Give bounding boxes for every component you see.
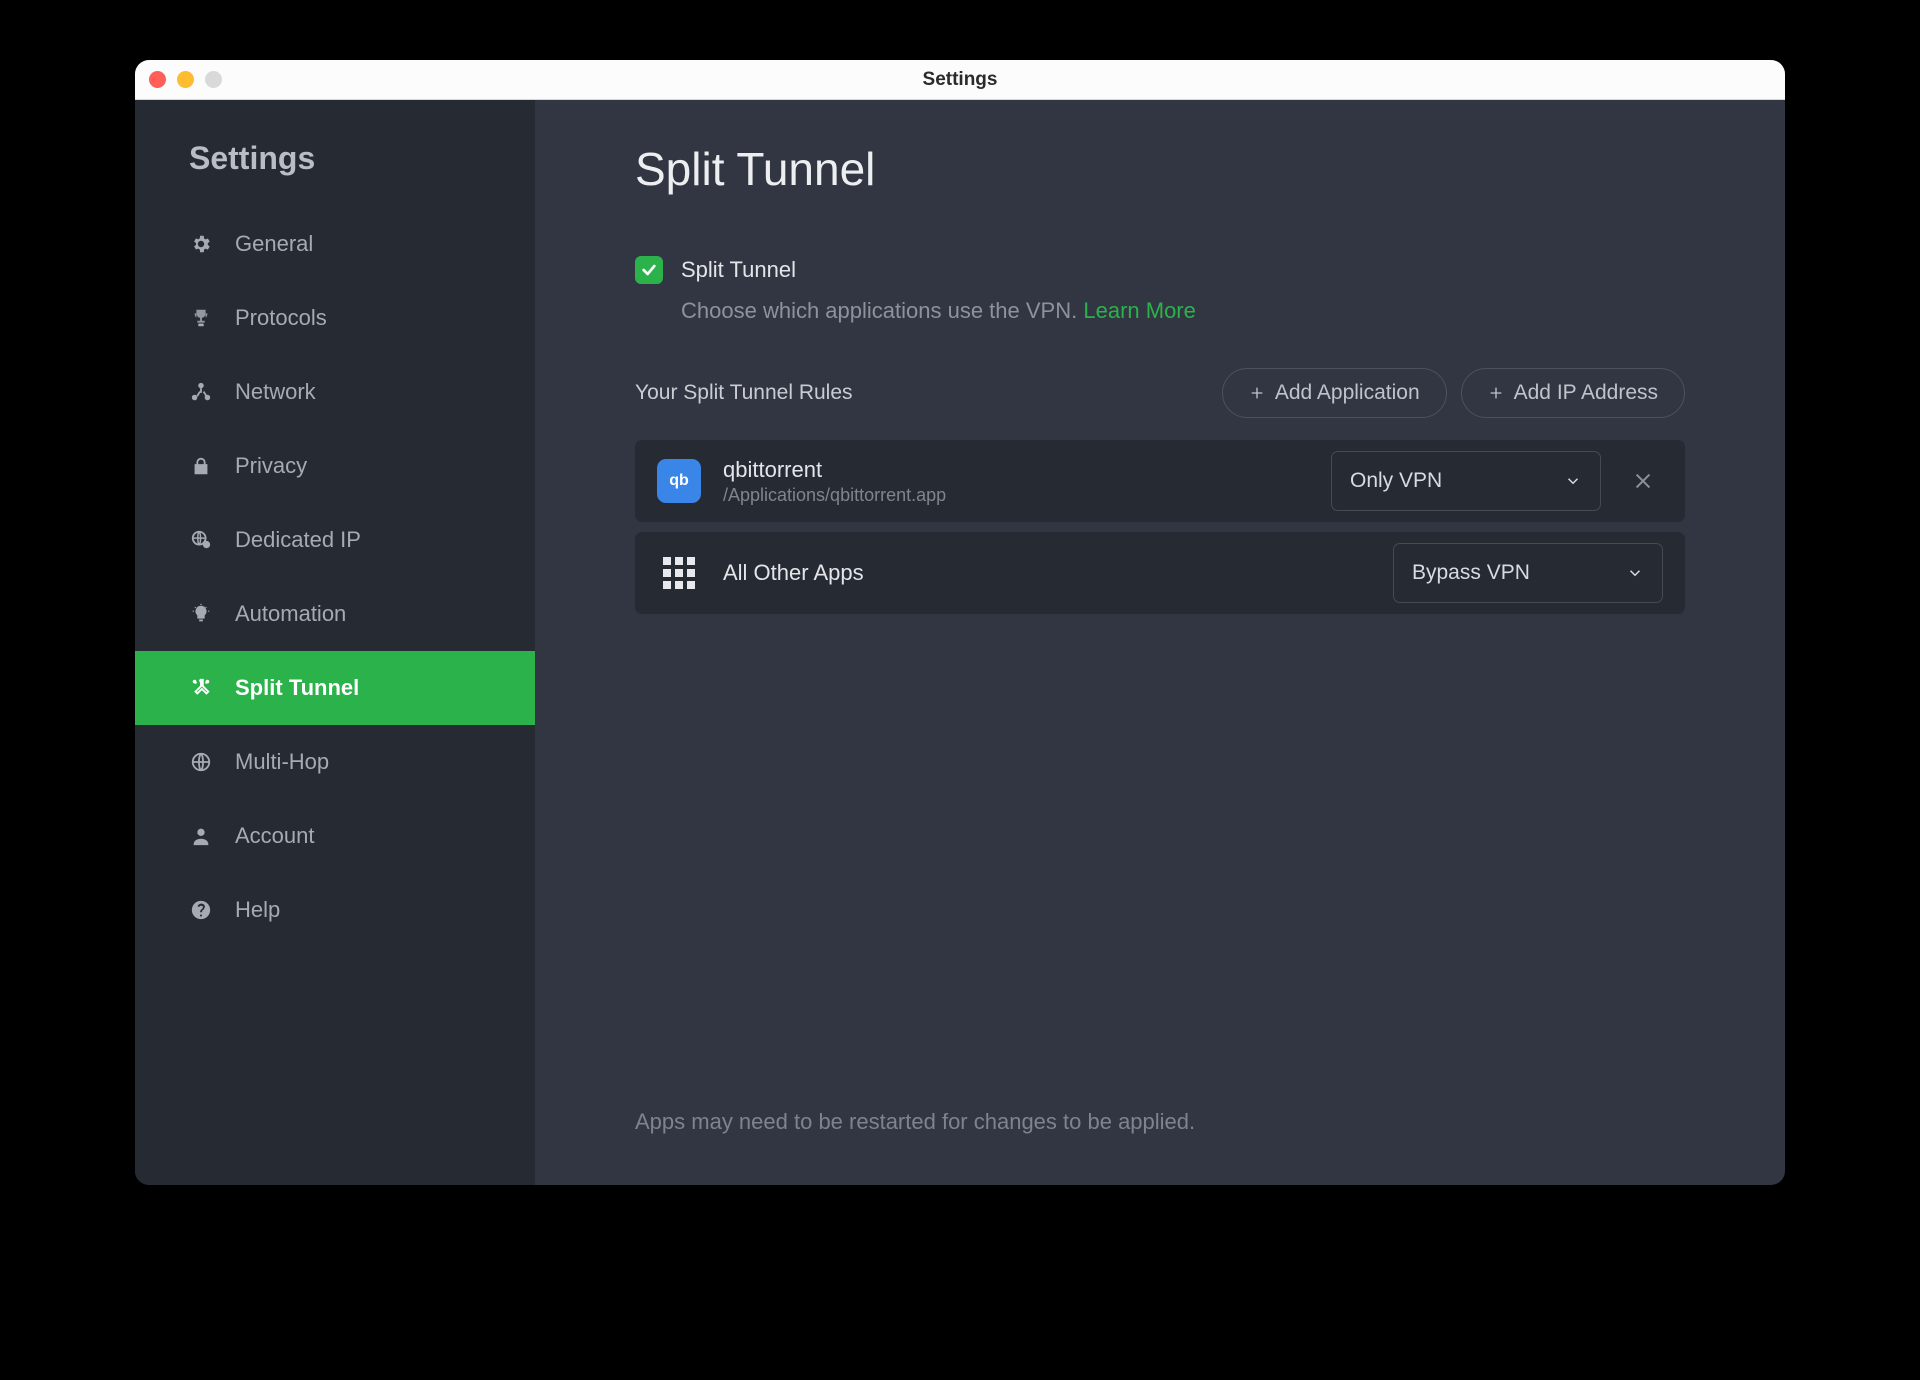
plus-icon — [1249, 385, 1265, 401]
sidebar-item-label: Network — [235, 379, 316, 405]
sidebar-item-label: Dedicated IP — [235, 527, 361, 553]
sidebar-item-split-tunnel[interactable]: Split Tunnel — [135, 651, 535, 725]
close-window-button[interactable] — [149, 71, 166, 88]
content-area: Settings General Protocols Network — [135, 100, 1785, 1185]
main-panel: Split Tunnel Split Tunnel Choose which a… — [535, 100, 1785, 1185]
app-name: All Other Apps — [723, 560, 1371, 586]
button-label: Add Application — [1275, 381, 1420, 405]
fullscreen-window-button[interactable] — [205, 71, 222, 88]
sidebar-item-label: Help — [235, 897, 280, 923]
help-icon — [189, 898, 213, 922]
lightbulb-icon — [189, 602, 213, 626]
protocols-icon — [189, 306, 213, 330]
sidebar-item-label: Privacy — [235, 453, 307, 479]
description-text: Choose which applications use the VPN. — [681, 298, 1077, 323]
user-icon — [189, 824, 213, 848]
sidebar-title: Settings — [135, 140, 535, 207]
settings-window: Settings Settings General Protocols — [135, 60, 1785, 1185]
add-ip-address-button[interactable]: Add IP Address — [1461, 368, 1685, 418]
apps-grid-icon — [657, 551, 701, 595]
rule-row-all-other-apps: All Other Apps Bypass VPN — [635, 532, 1685, 614]
sidebar-item-label: Automation — [235, 601, 346, 627]
split-tunnel-toggle-label: Split Tunnel — [681, 257, 796, 283]
app-name: qbittorrent — [723, 457, 1309, 483]
rule-mode-select[interactable]: Only VPN — [1331, 451, 1601, 511]
qbittorrent-icon: qb — [657, 459, 701, 503]
header-buttons: Add Application Add IP Address — [1222, 368, 1685, 418]
sidebar-item-label: Multi-Hop — [235, 749, 329, 775]
minimize-window-button[interactable] — [177, 71, 194, 88]
sidebar-item-label: Account — [235, 823, 315, 849]
app-info: qbittorrent /Applications/qbittorrent.ap… — [723, 457, 1309, 506]
sidebar-item-label: Protocols — [235, 305, 327, 331]
split-tunnel-checkbox[interactable] — [635, 256, 663, 284]
rule-mode-select[interactable]: Bypass VPN — [1393, 543, 1663, 603]
globe-icon — [189, 750, 213, 774]
button-label: Add IP Address — [1514, 381, 1658, 405]
rules-header: Your Split Tunnel Rules Add Application … — [635, 368, 1685, 418]
close-icon — [1632, 470, 1654, 492]
add-application-button[interactable]: Add Application — [1222, 368, 1447, 418]
titlebar: Settings — [135, 60, 1785, 100]
lock-icon — [189, 454, 213, 478]
select-value: Only VPN — [1350, 469, 1442, 493]
plus-icon — [1488, 385, 1504, 401]
globe-pin-icon — [189, 528, 213, 552]
sidebar-item-help[interactable]: Help — [135, 873, 535, 947]
split-icon — [189, 676, 213, 700]
chevron-down-icon — [1564, 472, 1582, 490]
rules-title: Your Split Tunnel Rules — [635, 381, 853, 405]
sidebar-item-protocols[interactable]: Protocols — [135, 281, 535, 355]
sidebar-item-general[interactable]: General — [135, 207, 535, 281]
page-title: Split Tunnel — [635, 142, 1685, 196]
split-tunnel-description: Choose which applications use the VPN. L… — [681, 298, 1685, 324]
sidebar: Settings General Protocols Network — [135, 100, 535, 1185]
app-path: /Applications/qbittorrent.app — [723, 485, 1309, 506]
app-info: All Other Apps — [723, 560, 1371, 586]
traffic-lights — [149, 71, 222, 88]
chevron-down-icon — [1626, 564, 1644, 582]
remove-rule-button[interactable] — [1623, 461, 1663, 501]
split-tunnel-toggle-row: Split Tunnel — [635, 256, 1685, 284]
window-title: Settings — [923, 69, 998, 91]
network-icon — [189, 380, 213, 404]
footer-note: Apps may need to be restarted for change… — [635, 1109, 1685, 1155]
sidebar-item-multi-hop[interactable]: Multi-Hop — [135, 725, 535, 799]
learn-more-link[interactable]: Learn More — [1083, 298, 1196, 323]
sidebar-item-privacy[interactable]: Privacy — [135, 429, 535, 503]
sidebar-item-account[interactable]: Account — [135, 799, 535, 873]
rule-row-qbittorrent: qb qbittorrent /Applications/qbittorrent… — [635, 440, 1685, 522]
sidebar-item-label: Split Tunnel — [235, 675, 359, 701]
gear-icon — [189, 232, 213, 256]
sidebar-item-network[interactable]: Network — [135, 355, 535, 429]
sidebar-item-label: General — [235, 231, 313, 257]
sidebar-item-automation[interactable]: Automation — [135, 577, 535, 651]
select-value: Bypass VPN — [1412, 561, 1530, 585]
sidebar-item-dedicated-ip[interactable]: Dedicated IP — [135, 503, 535, 577]
